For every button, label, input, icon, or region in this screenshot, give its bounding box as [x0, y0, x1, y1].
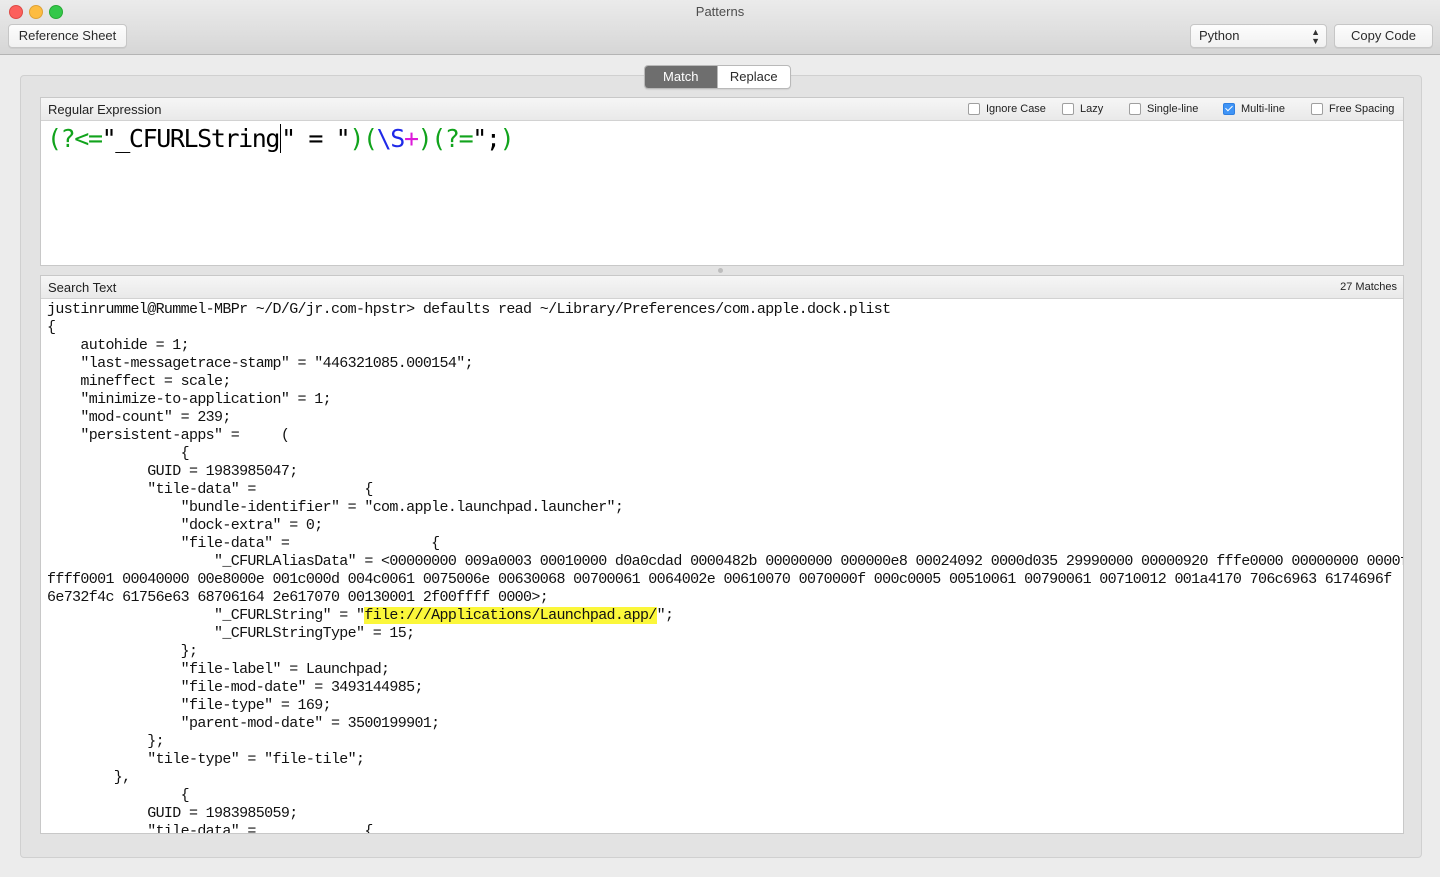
free-spacing-checkbox[interactable]: [1311, 103, 1323, 115]
text-line: 6e732f4c 61756e63 68706164 2e617070 0013…: [47, 589, 549, 606]
copy-code-button[interactable]: Copy Code: [1334, 24, 1433, 48]
regex-token: (?<=: [47, 124, 103, 153]
regex-panel: Regular Expression Ignore Case Lazy Sing…: [40, 97, 1404, 266]
regex-token: \S: [376, 124, 406, 153]
splitter-handle[interactable]: [718, 268, 723, 273]
match-suffix: ";: [656, 607, 674, 624]
option-label: Single-line: [1147, 103, 1199, 115]
updown-arrows-icon: ▲ ▼: [1311, 27, 1320, 46]
text-line: GUID = 1983985059;: [47, 805, 298, 822]
match-highlight: file:///Applications/Launchpad.app/: [364, 607, 657, 624]
match-count: 27 Matches: [1340, 281, 1397, 293]
text-line: "bundle-identifier" = "com.apple.launchp…: [47, 499, 624, 516]
text-line: "minimize-to-application" = 1;: [47, 391, 331, 408]
text-line: "parent-mod-date" = 3500199901;: [47, 715, 441, 732]
tab-replace[interactable]: Replace: [716, 66, 791, 88]
option-multi-line[interactable]: Multi-line: [1223, 103, 1285, 115]
regex-token: ): [417, 124, 433, 153]
text-line: "_CFURLAliasData" = <00000000 009a0003 0…: [47, 553, 1404, 570]
match-line: "_CFURLString" = "file:///Applications/L…: [47, 607, 1397, 625]
text-line: {: [47, 319, 56, 336]
option-label: Ignore Case: [986, 103, 1046, 115]
text-line: GUID = 1983985047;: [47, 463, 298, 480]
text-line: "last-messagetrace-stamp" = "446321085.0…: [47, 355, 473, 372]
text-line: "persistent-apps" = (: [47, 427, 290, 444]
regex-token: "_CFURLString: [101, 124, 281, 153]
text-line: {: [47, 787, 190, 804]
text-line: "tile-type" = "file-tile";: [47, 751, 365, 768]
multi-line-checkbox[interactable]: [1223, 103, 1235, 115]
text-line: "_CFURLStringType" = 15;: [47, 625, 415, 642]
match-prefix: "_CFURLString" = ": [47, 607, 365, 624]
single-line-checkbox[interactable]: [1129, 103, 1141, 115]
option-label: Lazy: [1080, 103, 1104, 115]
option-label: Free Spacing: [1329, 103, 1395, 115]
option-lazy[interactable]: Lazy: [1062, 103, 1103, 115]
option-single-line[interactable]: Single-line: [1129, 103, 1198, 115]
regex-input[interactable]: (?<="_CFURLString" = ")(\S+)(?=";): [47, 124, 515, 153]
mode-segmented-control: Match Replace: [644, 65, 791, 89]
regex-token: ";: [472, 124, 501, 153]
option-free-spacing[interactable]: Free Spacing: [1311, 103, 1394, 115]
text-line: "tile-data" = {: [47, 481, 373, 498]
option-label: Multi-line: [1241, 103, 1286, 115]
search-text-area[interactable]: justinrummel@Rummel-MBPr ~/D/G/jr.com-hp…: [47, 301, 1404, 834]
text-line: {: [47, 445, 190, 462]
regex-panel-header: Regular Expression Ignore Case Lazy Sing…: [41, 98, 1403, 121]
text-line: "tile-data" = {: [47, 823, 373, 834]
regex-token: (?=: [431, 124, 473, 153]
language-select-value: Python: [1199, 28, 1240, 43]
search-panel: Search Text 27 Matches justinrummel@Rumm…: [40, 275, 1404, 834]
text-line: justinrummel@Rummel-MBPr ~/D/G/jr.com-hp…: [47, 301, 891, 318]
regex-token: (: [363, 124, 378, 153]
title-bar: Patterns Reference Sheet Python ▲ ▼ Copy …: [0, 0, 1440, 55]
option-ignore-case[interactable]: Ignore Case: [968, 103, 1046, 115]
text-line: "mod-count" = 239;: [47, 409, 231, 426]
search-panel-title: Search Text: [48, 280, 117, 295]
ignore-case-checkbox[interactable]: [968, 103, 980, 115]
text-line: ffff0001 00040000 00e8000e 001c000d 004c…: [47, 571, 1392, 588]
regex-token: ): [349, 124, 364, 153]
tab-match[interactable]: Match: [645, 66, 717, 88]
text-line: "dock-extra" = 0;: [47, 517, 324, 534]
regex-panel-title: Regular Expression: [48, 102, 162, 117]
text-line: "file-type" = 169;: [47, 697, 332, 714]
language-select[interactable]: Python ▲ ▼: [1190, 24, 1327, 48]
lazy-checkbox[interactable]: [1062, 103, 1074, 115]
text-line: mineffect = scale;: [47, 373, 231, 390]
window-title: Patterns: [695, 4, 745, 19]
reference-sheet-button[interactable]: Reference Sheet: [8, 24, 127, 48]
search-panel-header: Search Text 27 Matches: [41, 276, 1403, 299]
regex-token: ): [499, 124, 515, 153]
text-line: "file-data" = {: [47, 535, 441, 552]
regex-token: " = ": [281, 124, 351, 153]
text-line: };: [47, 733, 164, 750]
text-line: autohide = 1;: [47, 337, 189, 354]
text-line: "file-label" = Launchpad;: [47, 661, 390, 678]
text-line: "file-mod-date" = 3493144985;: [47, 679, 424, 696]
regex-token: +: [403, 124, 419, 153]
text-line: },: [47, 769, 131, 786]
text-line: };: [47, 643, 198, 660]
